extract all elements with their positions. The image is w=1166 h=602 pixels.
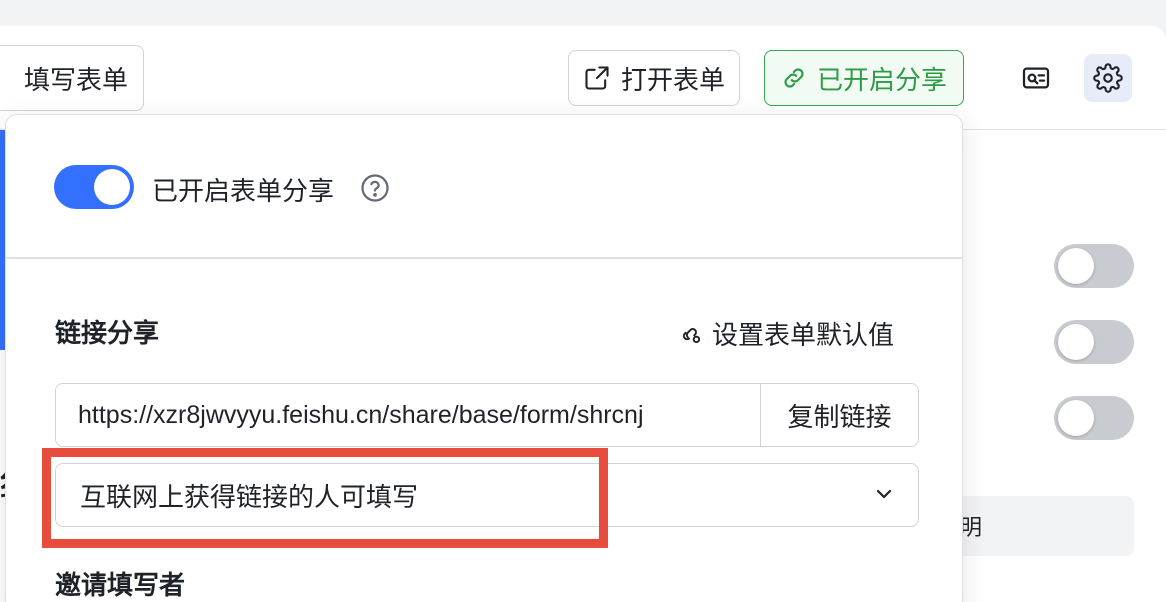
settings-button[interactable]	[1084, 54, 1132, 102]
ticket-search-button[interactable]	[1012, 54, 1060, 102]
set-default-values-link[interactable]: 设置表单默认值	[678, 315, 894, 352]
link-icon	[784, 68, 804, 88]
form-share-toggle[interactable]	[54, 165, 134, 209]
form-share-toggle-label: 已开启表单分享	[152, 176, 335, 206]
link-share-title: 链接分享	[55, 318, 160, 348]
invite-fillers-title: 邀请填写者	[55, 570, 186, 600]
share-button[interactable]: 已开启分享	[764, 50, 964, 106]
toggle-knob	[94, 169, 130, 205]
ticket-search-icon	[1022, 67, 1050, 89]
chevron-down-icon	[876, 489, 892, 499]
settings-toggle-1[interactable]	[1054, 244, 1134, 288]
share-link-row: 复制链接	[55, 383, 919, 447]
open-form-button[interactable]: 打开表单	[568, 50, 740, 106]
share-label: 已开启分享	[816, 64, 947, 95]
set-default-values-label: 设置表单默认值	[712, 320, 895, 350]
fill-form-button[interactable]: 填写表单	[0, 45, 144, 111]
copy-link-label: 复制链接	[787, 401, 892, 432]
external-link-icon	[585, 66, 609, 90]
right-info-text: 明	[960, 515, 983, 540]
toggle-knob	[1058, 248, 1094, 284]
share-link-input[interactable]	[56, 384, 760, 446]
toggle-knob	[1058, 324, 1094, 360]
popover-divider	[6, 257, 962, 259]
highlight-annotation-box	[42, 448, 608, 548]
gear-icon	[1093, 63, 1123, 93]
copy-link-button[interactable]: 复制链接	[760, 384, 918, 446]
settings-toggle-3[interactable]	[1054, 396, 1134, 440]
question-circle-icon[interactable]	[360, 173, 390, 203]
top-background	[0, 0, 1166, 26]
fill-form-label: 填写表单	[23, 64, 128, 95]
open-form-label: 打开表单	[620, 64, 725, 95]
settings-toggle-2[interactable]	[1054, 320, 1134, 364]
form-default-icon	[682, 327, 701, 343]
toggle-knob	[1058, 400, 1094, 436]
